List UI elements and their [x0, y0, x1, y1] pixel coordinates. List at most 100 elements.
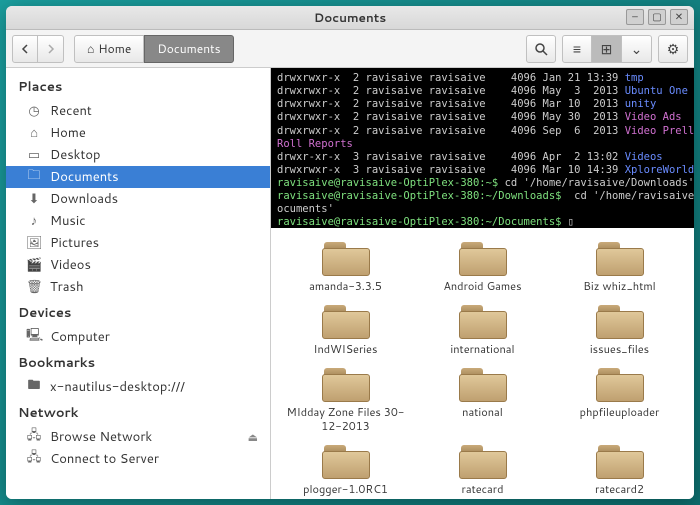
- file-label: ratecard: [462, 483, 504, 496]
- file-item[interactable]: Android Games: [416, 236, 549, 295]
- main-pane: drwxrwxr-x 2 ravisaive ravisaive 4096 Ja…: [271, 68, 694, 499]
- sidebar-item-label: Downloads: [50, 190, 118, 208]
- view-grid-button[interactable]: ⊞: [592, 35, 622, 63]
- sidebar-item-label: Videos: [50, 256, 91, 274]
- gear-icon: ⚙: [667, 39, 680, 59]
- sidebar-item-trash[interactable]: 🗑 Trash: [6, 276, 270, 298]
- file-label: international: [450, 343, 514, 356]
- path-home[interactable]: ⌂ Home: [74, 35, 144, 63]
- grid-icon: ⊞: [601, 39, 613, 59]
- sidebar-item-downloads[interactable]: ⬇ Downloads: [6, 188, 270, 210]
- sidebar-item-label: Connect to Server: [50, 450, 159, 468]
- places-header: Places: [6, 72, 270, 100]
- maximize-button[interactable]: ▢: [648, 9, 666, 25]
- file-manager-window: Documents – ▢ ✕ ⌂ Home Documents ≡ ⊞: [6, 6, 694, 499]
- bookmarks-header: Bookmarks: [6, 348, 270, 376]
- file-label: phpfileuploader: [580, 406, 660, 419]
- folder-icon: [320, 364, 372, 404]
- file-label: amanda-3.3.5: [309, 280, 382, 293]
- nav-group: [12, 35, 64, 63]
- file-item[interactable]: national: [416, 362, 549, 434]
- devices-header: Devices: [6, 298, 270, 326]
- list-icon: ≡: [573, 39, 581, 59]
- sidebar-item-music[interactable]: ♪ Music: [6, 210, 270, 232]
- sidebar-item-icon: ▭: [26, 146, 42, 164]
- file-item[interactable]: ratecard2: [553, 439, 686, 498]
- sidebar-item-icon: 🖧: [26, 426, 42, 448]
- file-label: national: [462, 406, 503, 419]
- files-grid[interactable]: amanda-3.3.5 Android Games Biz whiz_html In…: [271, 228, 694, 499]
- file-item[interactable]: issues_files: [553, 299, 686, 358]
- folder-icon: [457, 238, 509, 278]
- view-dropdown-button[interactable]: ⌄: [622, 35, 652, 63]
- search-icon: [534, 42, 548, 56]
- back-button[interactable]: [12, 35, 38, 63]
- folder-icon: [320, 238, 372, 278]
- sidebar-item-icon: 🎬: [26, 256, 42, 274]
- terminal-pane[interactable]: drwxrwxr-x 2 ravisaive ravisaive 4096 Ja…: [271, 68, 694, 228]
- file-item[interactable]: amanda-3.3.5: [279, 236, 412, 295]
- settings-button[interactable]: ⚙: [658, 35, 688, 63]
- path-current-label: Documents: [157, 40, 220, 57]
- eject-icon[interactable]: ⏏: [248, 429, 258, 445]
- sidebar-item-icon: ⬇: [26, 190, 42, 208]
- path-current[interactable]: Documents: [144, 35, 233, 63]
- sidebar-item-label: Music: [50, 212, 86, 230]
- sidebar-item-desktop[interactable]: ▭Desktop: [6, 144, 270, 166]
- sidebar-item-icon: ⌂: [26, 124, 42, 142]
- sidebar-item-pictures[interactable]: 🖼Pictures: [6, 232, 270, 254]
- file-item[interactable]: plogger-1.0RC1: [279, 439, 412, 498]
- forward-button[interactable]: [38, 35, 64, 63]
- file-item[interactable]: international: [416, 299, 549, 358]
- chevron-down-icon: ⌄: [631, 39, 643, 59]
- folder-icon: [457, 441, 509, 481]
- sidebar-item-icon: 🗀: [26, 166, 42, 188]
- sidebar-item-documents[interactable]: 🗀 Documents: [6, 166, 270, 188]
- sidebar-item-label: Trash: [50, 278, 84, 296]
- folder-icon: [457, 364, 509, 404]
- titlebar[interactable]: Documents – ▢ ✕: [6, 6, 694, 30]
- close-button[interactable]: ✕: [670, 9, 688, 25]
- sidebar-item-icon: 🗑: [26, 278, 42, 296]
- search-button[interactable]: [526, 35, 556, 63]
- file-item[interactable]: ratecard: [416, 439, 549, 498]
- sidebar-item-label: Documents: [50, 168, 119, 186]
- window-title: Documents: [314, 9, 386, 26]
- file-item[interactable]: MIdday Zone Files 30-12-2013: [279, 362, 412, 434]
- file-label: Biz whiz_html: [583, 280, 655, 293]
- folder-icon: [594, 364, 646, 404]
- sidebar-item-computer[interactable]: 🖳Computer: [6, 326, 270, 348]
- network-header: Network: [6, 398, 270, 426]
- sidebar: Places ◷ Recent ⌂ Home ▭Desktop🗀 Documents ⬇ Do…: [6, 68, 271, 499]
- sidebar-item-label: Recent: [50, 102, 92, 120]
- folder-icon: [594, 238, 646, 278]
- file-item[interactable]: IndWISeries: [279, 299, 412, 358]
- file-item[interactable]: Biz whiz_html: [553, 236, 686, 295]
- folder-icon: [594, 301, 646, 341]
- file-item[interactable]: phpfileuploader: [553, 362, 686, 434]
- sidebar-item-label: Home: [50, 124, 86, 142]
- sidebar-item-recent[interactable]: ◷ Recent: [6, 100, 270, 122]
- window-controls: – ▢ ✕: [626, 9, 688, 25]
- folder-icon: [320, 301, 372, 341]
- view-list-button[interactable]: ≡: [562, 35, 592, 63]
- sidebar-item-connect-to-server[interactable]: 🖧 Connect to Server: [6, 448, 270, 470]
- minimize-button[interactable]: –: [626, 9, 644, 25]
- body: Places ◷ Recent ⌂ Home ▭Desktop🗀 Documents ⬇ Do…: [6, 68, 694, 499]
- home-icon: ⌂: [87, 40, 94, 57]
- folder-icon: [594, 441, 646, 481]
- sidebar-item-icon: ◷: [26, 102, 42, 120]
- sidebar-item-label: x-nautilus-desktop:///: [50, 378, 185, 396]
- sidebar-item-icon: ♪: [26, 212, 42, 230]
- file-label: plogger-1.0RC1: [303, 483, 388, 496]
- folder-icon: [457, 301, 509, 341]
- folder-icon: [320, 441, 372, 481]
- file-label: ratecard2: [595, 483, 644, 496]
- view-group: ≡ ⊞ ⌄: [562, 35, 652, 63]
- toolbar: ⌂ Home Documents ≡ ⊞ ⌄ ⚙: [6, 30, 694, 68]
- sidebar-item-home[interactable]: ⌂ Home: [6, 122, 270, 144]
- sidebar-item-videos[interactable]: 🎬 Videos: [6, 254, 270, 276]
- sidebar-item-browse-network[interactable]: 🖧Browse Network⏏: [6, 426, 270, 448]
- sidebar-item-icon: 🖧: [26, 448, 42, 470]
- sidebar-item-x-nautilus-desktop-[interactable]: 🖿x-nautilus-desktop:///: [6, 376, 270, 398]
